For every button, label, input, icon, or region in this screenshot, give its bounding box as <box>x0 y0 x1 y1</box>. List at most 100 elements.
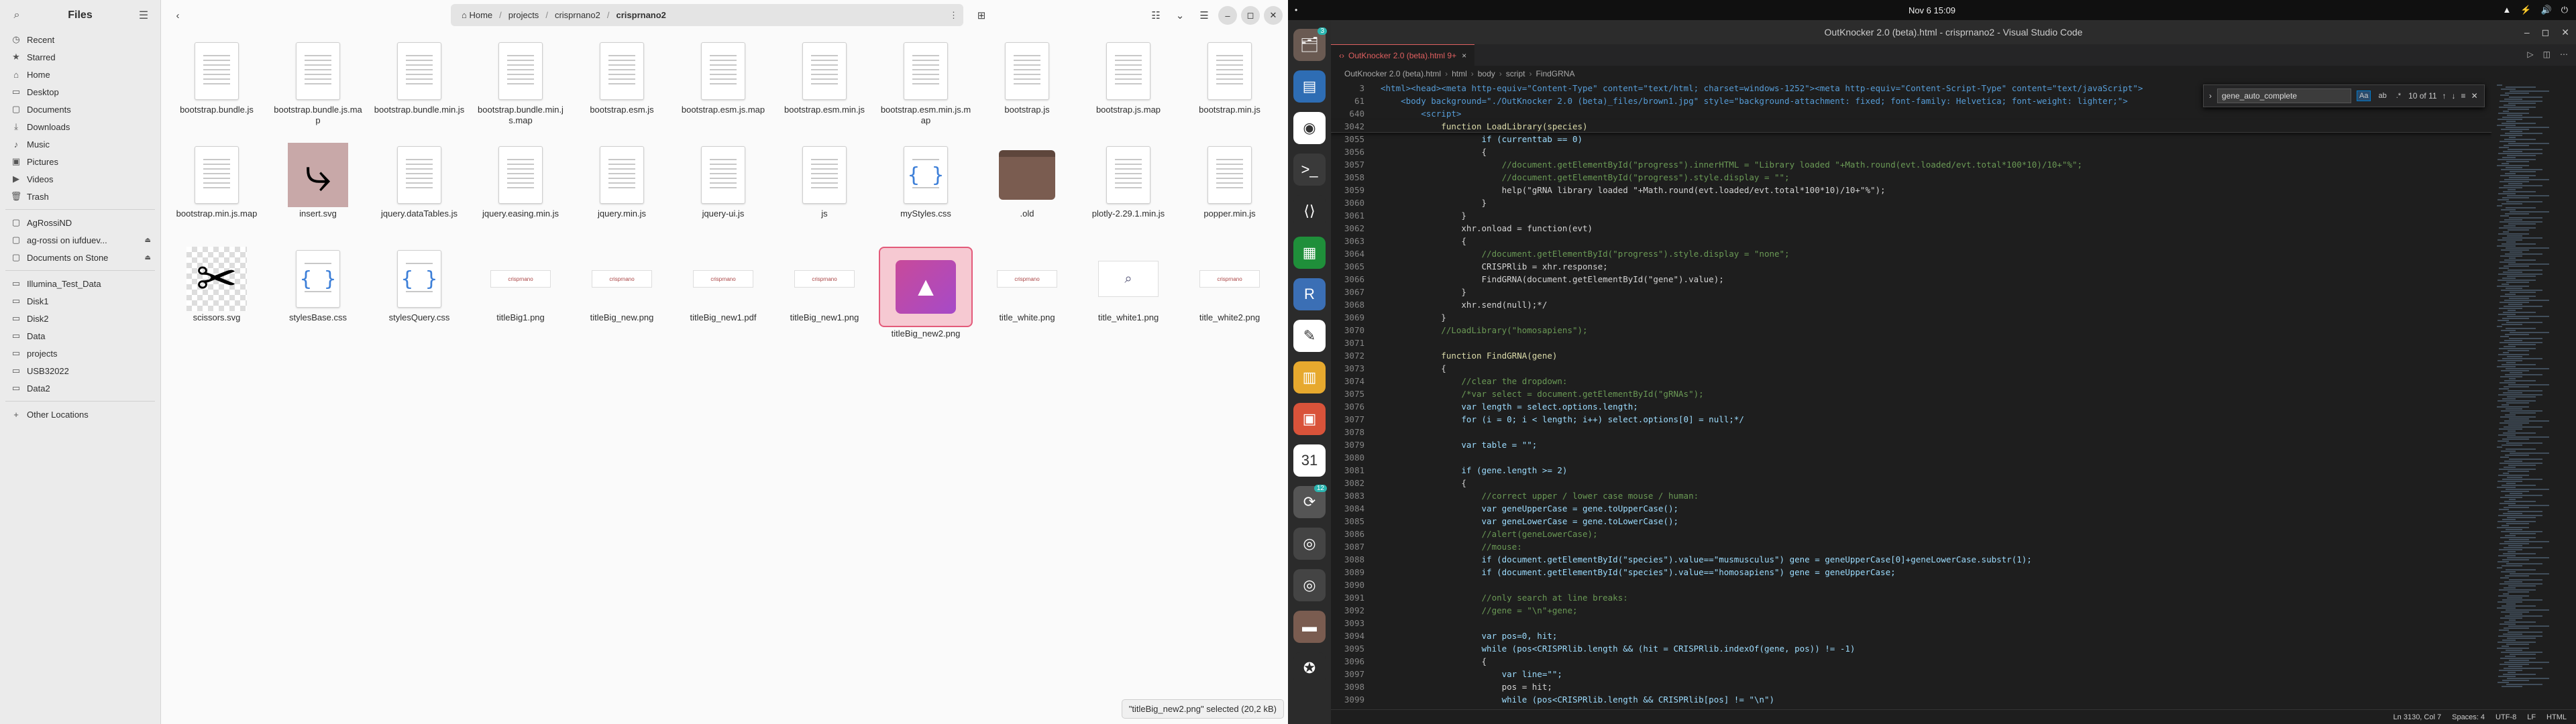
file-item[interactable]: bootstrap.bundle.min.js <box>369 39 470 115</box>
status-item[interactable]: Ln 3130, Col 7 <box>2394 713 2442 721</box>
file-item[interactable]: crisprnano titleBig_new1.pdf <box>673 247 773 323</box>
sidebar-item-trash[interactable]: 🗑 Trash <box>5 188 155 205</box>
file-item[interactable]: { } myStyles.css <box>875 143 976 219</box>
arrow-up-icon[interactable]: ↑ <box>2443 91 2447 101</box>
notes-icon[interactable]: ▥ <box>1293 361 1326 394</box>
file-item[interactable]: bootstrap.esm.js <box>572 39 672 115</box>
terminal-icon[interactable]: >_ <box>1293 154 1326 186</box>
menu-icon[interactable]: ≡ <box>2461 91 2466 101</box>
status-item[interactable]: HTML <box>2546 713 2567 721</box>
sidebar-item-desktop[interactable]: ▭ Desktop <box>5 83 155 101</box>
minimap[interactable] <box>2491 82 2565 712</box>
sidebar-item-agrossind[interactable]: ▢ AgRossiND <box>5 214 155 231</box>
minimize-button[interactable]: – <box>2524 27 2530 38</box>
file-item[interactable]: bootstrap.min.js.map <box>166 143 267 219</box>
file-item[interactable]: jquery-ui.js <box>673 143 773 219</box>
status-item[interactable]: UTF-8 <box>2496 713 2516 721</box>
file-item[interactable]: bootstrap.bundle.js.map <box>268 39 368 126</box>
impress-icon[interactable]: ▣ <box>1293 403 1326 435</box>
maximize-button[interactable]: ◻ <box>2542 27 2550 38</box>
breadcrumb-item[interactable]: html <box>1452 69 1467 78</box>
file-item[interactable]: popper.min.js <box>1179 143 1280 219</box>
path-bar[interactable]: ⌂ Home / projects / crisprnano2 / crispr… <box>451 4 963 26</box>
breadcrumb-projects[interactable]: projects <box>503 10 545 20</box>
sidebar-item-home[interactable]: ⌂ Home <box>5 66 155 83</box>
sidebar-item-pictures[interactable]: ▣ Pictures <box>5 153 155 170</box>
breadcrumb-current[interactable]: crisprnano2 <box>611 10 672 20</box>
file-item[interactable]: ⤷ insert.svg <box>268 143 368 219</box>
calc-icon[interactable]: ▦ <box>1293 237 1326 269</box>
close-button[interactable]: ✕ <box>1264 6 1283 25</box>
breadcrumb-item[interactable]: OutKnocker 2.0 (beta).html <box>1344 69 1441 78</box>
breadcrumb-crisprnano2[interactable]: crisprnano2 <box>549 10 606 20</box>
tray-icon-0[interactable]: ▲ <box>2502 5 2511 15</box>
close-icon[interactable]: ✕ <box>2471 91 2478 101</box>
file-item[interactable]: bootstrap.bundle.min.js.map <box>470 39 571 126</box>
system-tray[interactable]: ▲ ⚡ 🔊 ⏻ <box>2502 5 2568 15</box>
more-vertical-icon[interactable]: ⋮ <box>949 10 958 21</box>
find-input[interactable]: gene_auto_complete <box>2217 88 2351 103</box>
sidebar-item-usb32022[interactable]: ▭ USB32022 <box>5 362 155 379</box>
file-item[interactable]: crisprnano title_white2.png <box>1179 247 1280 323</box>
file-item[interactable]: crisprnano titleBig_new1.png <box>774 247 875 323</box>
sidebar-item-starred[interactable]: ★ Starred <box>5 48 155 66</box>
sidebar-item-music[interactable]: ♪ Music <box>5 135 155 153</box>
editor-icon[interactable]: ✎ <box>1293 320 1326 352</box>
view-menu-icon[interactable]: ☰ <box>1194 5 1214 25</box>
file-item[interactable]: js <box>774 143 875 219</box>
file-item[interactable]: plotly-2.29.1.min.js <box>1078 143 1179 219</box>
files-icon[interactable]: 🗂 3 <box>1293 27 1327 61</box>
split-editor-icon[interactable]: ◫ <box>2543 50 2551 59</box>
clock[interactable]: Nov 6 15:09 <box>1288 5 2576 15</box>
close-icon[interactable]: × <box>1462 51 1466 60</box>
file-item[interactable]: crisprnano titleBig1.png <box>470 247 571 323</box>
file-item[interactable]: bootstrap.min.js <box>1179 39 1280 115</box>
disk-icon[interactable]: ◎ <box>1293 528 1326 560</box>
updater-icon[interactable]: ⟳ 12 <box>1293 485 1327 518</box>
file-item[interactable]: crisprnano titleBig_new.png <box>572 247 672 323</box>
eject-icon[interactable]: ⏏ <box>145 237 151 244</box>
menu-icon[interactable]: ☰ <box>135 9 152 22</box>
file-item[interactable]: bootstrap.esm.min.js <box>774 39 875 115</box>
search-icon[interactable]: ⌕ <box>8 9 25 21</box>
regex-toggle[interactable]: .* <box>2394 91 2403 101</box>
tray-icon-1[interactable]: ⚡ <box>2520 5 2531 15</box>
sidebar-item-projects[interactable]: ▭ projects <box>5 345 155 362</box>
file-item[interactable]: bootstrap.esm.min.js.map <box>875 39 976 126</box>
sidebar-item-downloads[interactable]: ⤓ Downloads <box>5 118 155 135</box>
file-item[interactable]: .old <box>977 143 1077 219</box>
sidebar-item-documents-on-stone[interactable]: ▢ Documents on Stone ⏏ <box>5 249 155 266</box>
sidebar-item-documents[interactable]: ▢ Documents <box>5 101 155 118</box>
close-button[interactable]: ✕ <box>2561 27 2569 38</box>
tab-outknocker[interactable]: ‹› OutKnocker 2.0 (beta).html 9+ × <box>1331 44 1475 66</box>
file-item[interactable]: bootstrap.esm.js.map <box>673 39 773 115</box>
calendar-icon[interactable]: 31 <box>1293 444 1326 477</box>
file-item[interactable]: bootstrap.js.map <box>1078 39 1179 115</box>
run-icon[interactable]: ▷ <box>2527 50 2533 59</box>
view-list-icon[interactable]: ☷ <box>1146 5 1166 25</box>
sidebar-item-videos[interactable]: ▶ Videos <box>5 170 155 188</box>
file-item[interactable]: jquery.dataTables.js <box>369 143 470 219</box>
minimize-button[interactable]: – <box>1218 6 1237 25</box>
sidebar-item-data2[interactable]: ▭ Data2 <box>5 379 155 397</box>
breadcrumb-home[interactable]: ⌂ Home <box>456 10 498 20</box>
file-item[interactable]: ⌕ title_white1.png <box>1078 247 1179 323</box>
file-item[interactable]: jquery.easing.min.js <box>470 143 571 219</box>
eject-icon[interactable]: ⏏ <box>145 254 151 261</box>
breadcrumb-item[interactable]: body <box>1478 69 1495 78</box>
file-item[interactable]: jquery.min.js <box>572 143 672 219</box>
tray-icon-2[interactable]: 🔊 <box>2541 5 2552 15</box>
new-folder-button[interactable]: ⊞ <box>971 5 991 25</box>
back-button[interactable]: ‹ <box>168 5 188 25</box>
file-item[interactable]: bootstrap.bundle.js <box>166 39 267 115</box>
files-app-icon[interactable]: ▤ <box>1293 70 1326 103</box>
chrome-icon[interactable]: ◉ <box>1293 112 1326 144</box>
status-item[interactable]: Spaces: 4 <box>2452 713 2485 721</box>
r-icon[interactable]: R <box>1293 278 1326 310</box>
file-item[interactable]: ▲ titleBig_new2.png <box>875 247 976 339</box>
sidebar-item-disk2[interactable]: ▭ Disk2 <box>5 310 155 327</box>
vscode-icon[interactable]: ⟨⟩ <box>1293 195 1326 227</box>
breadcrumb-item[interactable]: FindGRNA <box>1536 69 1574 78</box>
chevron-right-icon[interactable]: › <box>2209 91 2212 101</box>
sidebar-item-other-locations[interactable]: + Other Locations <box>5 406 155 423</box>
